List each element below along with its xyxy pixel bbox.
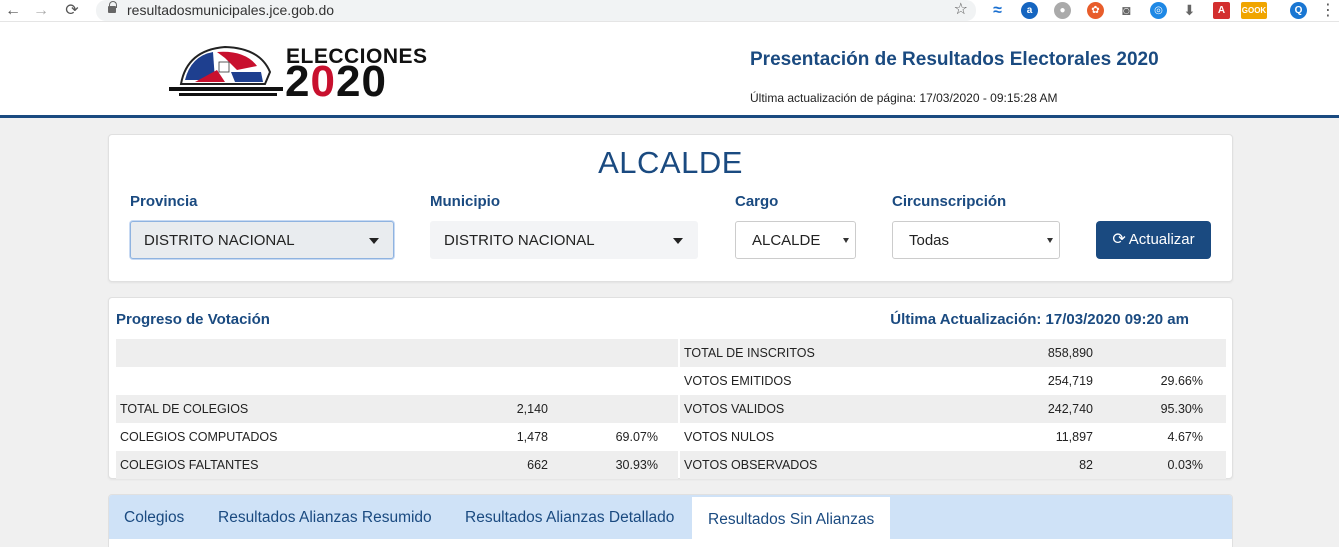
row-percent: 0.03% bbox=[1167, 458, 1203, 472]
cargo-heading: ALCALDE bbox=[598, 145, 743, 180]
provincia-value: DISTRITO NACIONAL bbox=[144, 232, 295, 249]
row-label: VOTOS EMITIDOS bbox=[684, 374, 792, 388]
table-row: VOTOS VALIDOS 242,740 95.30% bbox=[680, 395, 1226, 423]
provincia-label: Provincia bbox=[130, 193, 198, 210]
tab-sin-alianzas[interactable]: Resultados Sin Alianzas bbox=[692, 495, 891, 539]
reload-icon[interactable]: ⟳ bbox=[62, 1, 82, 21]
url-text: resultadosmunicipales.jce.gob.do bbox=[127, 2, 335, 18]
cargo-select[interactable]: ALCALDE bbox=[735, 221, 856, 259]
chevron-down-icon bbox=[843, 238, 849, 243]
tab-alianzas-resumido[interactable]: Resultados Alianzas Resumido bbox=[218, 495, 432, 539]
tab-bar: Colegios Resultados Alianzas Resumido Re… bbox=[109, 495, 1232, 539]
results-tabs-panel: Colegios Resultados Alianzas Resumido Re… bbox=[108, 494, 1233, 547]
table-row: COLEGIOS COMPUTADOS 1,478 69.07% bbox=[116, 423, 678, 451]
update-button[interactable]: ⟳ Actualizar bbox=[1096, 221, 1211, 259]
back-arrow-icon[interactable]: ← bbox=[3, 1, 23, 21]
municipio-select[interactable]: DISTRITO NACIONAL bbox=[430, 221, 698, 259]
logo-year: 2020 bbox=[285, 57, 387, 106]
municipio-value: DISTRITO NACIONAL bbox=[444, 232, 595, 249]
table-row: TOTAL DE COLEGIOS 2,140 bbox=[116, 395, 678, 423]
table-row: VOTOS NULOS 11,897 4.67% bbox=[680, 423, 1226, 451]
row-percent: 4.67% bbox=[1167, 430, 1203, 444]
row-value: 254,719 bbox=[1047, 374, 1093, 388]
address-bar[interactable]: resultadosmunicipales.jce.gob.do ☆ bbox=[96, 0, 976, 21]
row-value: 82 bbox=[1079, 458, 1093, 472]
table-row: VOTOS OBSERVADOS 82 0.03% bbox=[680, 451, 1226, 479]
camera-icon[interactable]: ◙ bbox=[1118, 2, 1135, 19]
chevron-down-icon bbox=[673, 238, 683, 244]
row-label: VOTOS VALIDOS bbox=[684, 402, 785, 416]
tab-colegios[interactable]: Colegios bbox=[124, 495, 184, 539]
row-label: TOTAL DE COLEGIOS bbox=[120, 402, 249, 416]
extension-flower-icon[interactable]: ✿ bbox=[1087, 2, 1104, 19]
row-label: VOTOS OBSERVADOS bbox=[684, 458, 818, 472]
row-value: 11,897 bbox=[1055, 430, 1093, 444]
cargo-value: ALCALDE bbox=[752, 232, 821, 249]
row-percent: 95.30% bbox=[1160, 402, 1203, 416]
table-row bbox=[116, 367, 678, 395]
extension-wave-icon[interactable]: ≈ bbox=[989, 2, 1006, 19]
page-title: Presentación de Resultados Electorales 2… bbox=[750, 49, 1159, 70]
site-header: ELECCIONES 2020 Presentación de Resultad… bbox=[0, 22, 1339, 118]
lock-icon bbox=[108, 1, 117, 14]
row-percent: 69.07% bbox=[615, 430, 658, 444]
forward-arrow-icon[interactable]: → bbox=[31, 1, 51, 21]
cargo-label: Cargo bbox=[735, 193, 779, 210]
flag-dome-icon bbox=[169, 45, 283, 96]
table-row: COLEGIOS FALTANTES 662 30.93% bbox=[116, 451, 678, 479]
colegios-table: TOTAL DE COLEGIOS 2,140 COLEGIOS COMPUTA… bbox=[116, 339, 678, 479]
row-percent: 30.93% bbox=[615, 458, 658, 472]
progress-updated: Última Actualización: 17/03/2020 09:20 a… bbox=[890, 311, 1189, 328]
filter-panel: ALCALDE Provincia DISTRITO NACIONAL Muni… bbox=[108, 134, 1233, 282]
pdf-icon[interactable]: A bbox=[1213, 2, 1230, 19]
circunscripcion-label: Circunscripción bbox=[892, 193, 1007, 210]
progress-title: Progreso de Votación bbox=[116, 311, 270, 328]
row-label: COLEGIOS FALTANTES bbox=[120, 458, 259, 472]
table-row: TOTAL DE INSCRITOS 858,890 bbox=[680, 339, 1226, 367]
voting-progress-panel: Progreso de Votación Última Actualizació… bbox=[108, 297, 1233, 479]
extension-a-icon[interactable]: a bbox=[1021, 2, 1038, 19]
bookmark-star-icon[interactable]: ☆ bbox=[954, 0, 968, 20]
row-label: VOTOS NULOS bbox=[684, 430, 775, 444]
update-button-label: Actualizar bbox=[1128, 231, 1195, 248]
row-percent: 29.66% bbox=[1160, 374, 1203, 388]
browser-toolbar: ← → ⟳ resultadosmunicipales.jce.gob.do ☆… bbox=[0, 0, 1339, 22]
row-value: 2,140 bbox=[516, 402, 548, 416]
row-value: 858,890 bbox=[1047, 346, 1093, 360]
chevron-down-icon bbox=[369, 238, 379, 244]
download-icon[interactable]: ⬇ bbox=[1181, 2, 1198, 19]
row-label: COLEGIOS COMPUTADOS bbox=[120, 430, 278, 444]
row-value: 662 bbox=[527, 458, 548, 472]
elecciones-logo: ELECCIONES 2020 bbox=[165, 44, 427, 106]
row-value: 242,740 bbox=[1047, 402, 1093, 416]
provincia-select[interactable]: DISTRITO NACIONAL bbox=[130, 221, 394, 259]
page-last-update: Última actualización de página: 17/03/20… bbox=[750, 91, 1058, 105]
refresh-icon: ⟳ bbox=[1112, 231, 1126, 248]
profile-avatar-icon[interactable]: Q bbox=[1290, 2, 1307, 19]
chevron-down-icon bbox=[1047, 238, 1053, 243]
circunscripcion-value: Todas bbox=[909, 232, 950, 249]
tab-alianzas-detallado[interactable]: Resultados Alianzas Detallado bbox=[465, 495, 674, 539]
more-menu-icon[interactable]: ⋮ bbox=[1320, 0, 1336, 20]
municipio-label: Municipio bbox=[430, 193, 500, 210]
table-row bbox=[116, 339, 678, 367]
votos-table: TOTAL DE INSCRITOS 858,890 VOTOS EMITIDO… bbox=[680, 339, 1226, 479]
row-value: 1,478 bbox=[516, 430, 548, 444]
extension-circle-icon[interactable]: ● bbox=[1054, 2, 1071, 19]
row-label: TOTAL DE INSCRITOS bbox=[684, 346, 815, 360]
extension-gook-icon[interactable]: GOOK bbox=[1241, 2, 1267, 19]
extension-shield-icon[interactable]: ◎ bbox=[1150, 2, 1167, 19]
circunscripcion-select[interactable]: Todas bbox=[892, 221, 1060, 259]
table-row: VOTOS EMITIDOS 254,719 29.66% bbox=[680, 367, 1226, 395]
